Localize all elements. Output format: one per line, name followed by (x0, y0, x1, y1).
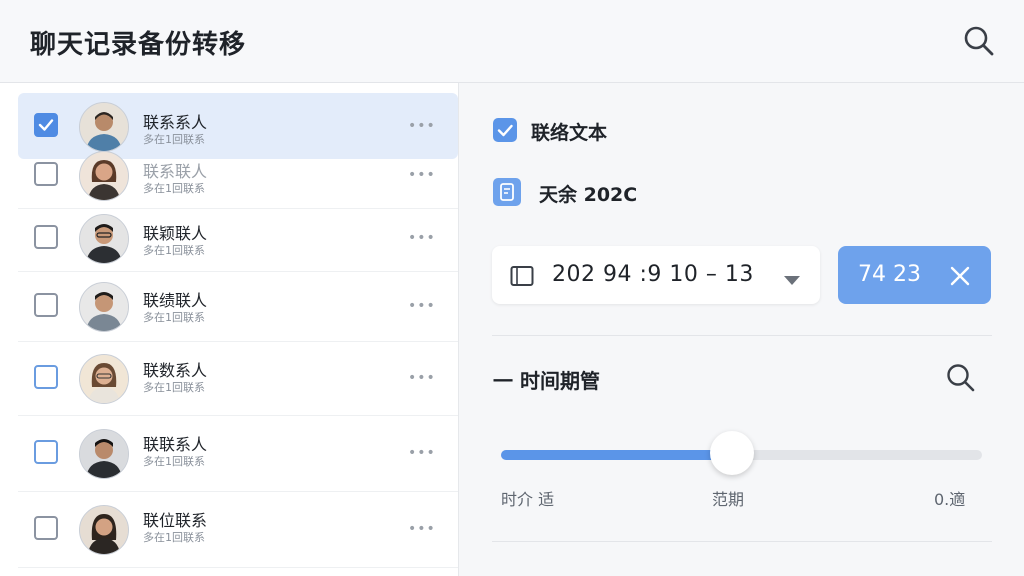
contact-name: 联位联系 (143, 511, 208, 530)
avatar (79, 213, 129, 264)
contact-subtitle: 多在1回联系 (143, 381, 205, 394)
slider-label-mid: 范期 (712, 490, 745, 509)
more-options-icon[interactable]: ••• (408, 168, 436, 182)
contact-row[interactable]: 联联系人 多在1回联系 ••• (18, 415, 458, 492)
contact-name: 联系系人 (143, 113, 208, 132)
search-icon[interactable] (962, 24, 996, 58)
contact-subtitle: 多在1回联系 (143, 244, 205, 257)
slider-label-left: 时介 适 (501, 490, 555, 509)
divider (492, 541, 992, 542)
option-checkbox[interactable] (493, 118, 517, 142)
clear-filter-button[interactable]: 74 23 (838, 246, 991, 304)
more-options-icon[interactable]: ••• (408, 299, 436, 313)
row-checkbox[interactable] (34, 365, 58, 389)
slider-label-right: 0.適 (934, 490, 966, 509)
settings-panel: 联络文本 天余 202C 202 94 :9 10 – 13 74 23 一 时… (459, 83, 1024, 576)
row-checkbox[interactable] (34, 516, 58, 540)
contact-name: 联系联人 (143, 162, 208, 181)
contact-name: 联联系人 (143, 435, 208, 454)
contact-row[interactable]: 联位联系 多在1回联系 ••• (18, 491, 458, 568)
divider (492, 335, 992, 336)
search-icon[interactable] (945, 362, 977, 398)
more-options-icon[interactable]: ••• (408, 231, 436, 245)
more-options-icon[interactable]: ••• (408, 371, 436, 385)
calendar-icon (510, 265, 534, 291)
date-range-value: 202 94 :9 10 – 13 (552, 262, 754, 287)
time-slider-fill (501, 450, 732, 460)
row-checkbox[interactable] (34, 224, 58, 249)
clear-filter-label: 74 23 (858, 262, 921, 287)
contact-subtitle: 多在1回联系 (143, 311, 205, 324)
row-checkbox[interactable] (34, 293, 58, 317)
more-options-icon[interactable]: ••• (408, 446, 436, 460)
row-checkbox[interactable] (34, 113, 58, 137)
contact-name: 联绩联人 (143, 291, 208, 310)
avatar (79, 354, 129, 404)
option-date-label: 天余 202C (539, 184, 638, 206)
contact-subtitle: 多在1回联系 (143, 182, 205, 195)
page-title: 聊天记录备份转移 (30, 30, 247, 60)
contact-subtitle: 多在1回联系 (143, 455, 205, 468)
file-icon (493, 178, 521, 206)
date-range-picker[interactable]: 202 94 :9 10 – 13 (492, 246, 820, 304)
header-bar: 聊天记录备份转移 (0, 0, 1024, 83)
row-checkbox[interactable] (34, 162, 58, 186)
more-options-icon[interactable]: ••• (408, 522, 436, 536)
contact-name: 联颖联人 (143, 224, 208, 243)
contact-list: 联系系人 多在1回联系 ••• 联系联人 多在1回联系 ••• 联颖联人 多在1… (0, 83, 459, 576)
contact-row[interactable]: 联颖联人 多在1回联系 ••• (18, 204, 458, 272)
avatar (79, 282, 129, 332)
contact-subtitle: 多在1回联系 (143, 531, 205, 544)
chevron-down-icon[interactable] (784, 271, 800, 290)
app-window: 聊天记录备份转移 联系系人 多在1回联系 ••• 联系联人 多在1回联系 •••… (0, 0, 1024, 576)
close-icon[interactable] (949, 265, 971, 291)
more-options-icon[interactable]: ••• (408, 119, 436, 133)
option-text-label: 联络文本 (531, 122, 608, 144)
contact-row[interactable]: 联系联人 多在1回联系 ••• (18, 142, 458, 209)
contact-row[interactable]: 联数系人 多在1回联系 ••• (18, 341, 458, 416)
contact-row[interactable]: 联绩联人 多在1回联系 ••• (18, 271, 458, 342)
avatar (79, 151, 129, 201)
avatar (79, 505, 129, 555)
time-slider-handle[interactable] (709, 431, 754, 475)
section-title: 一 时间期管 (493, 369, 600, 393)
contact-name: 联数系人 (143, 361, 208, 380)
row-checkbox[interactable] (34, 440, 58, 464)
avatar (79, 429, 129, 479)
